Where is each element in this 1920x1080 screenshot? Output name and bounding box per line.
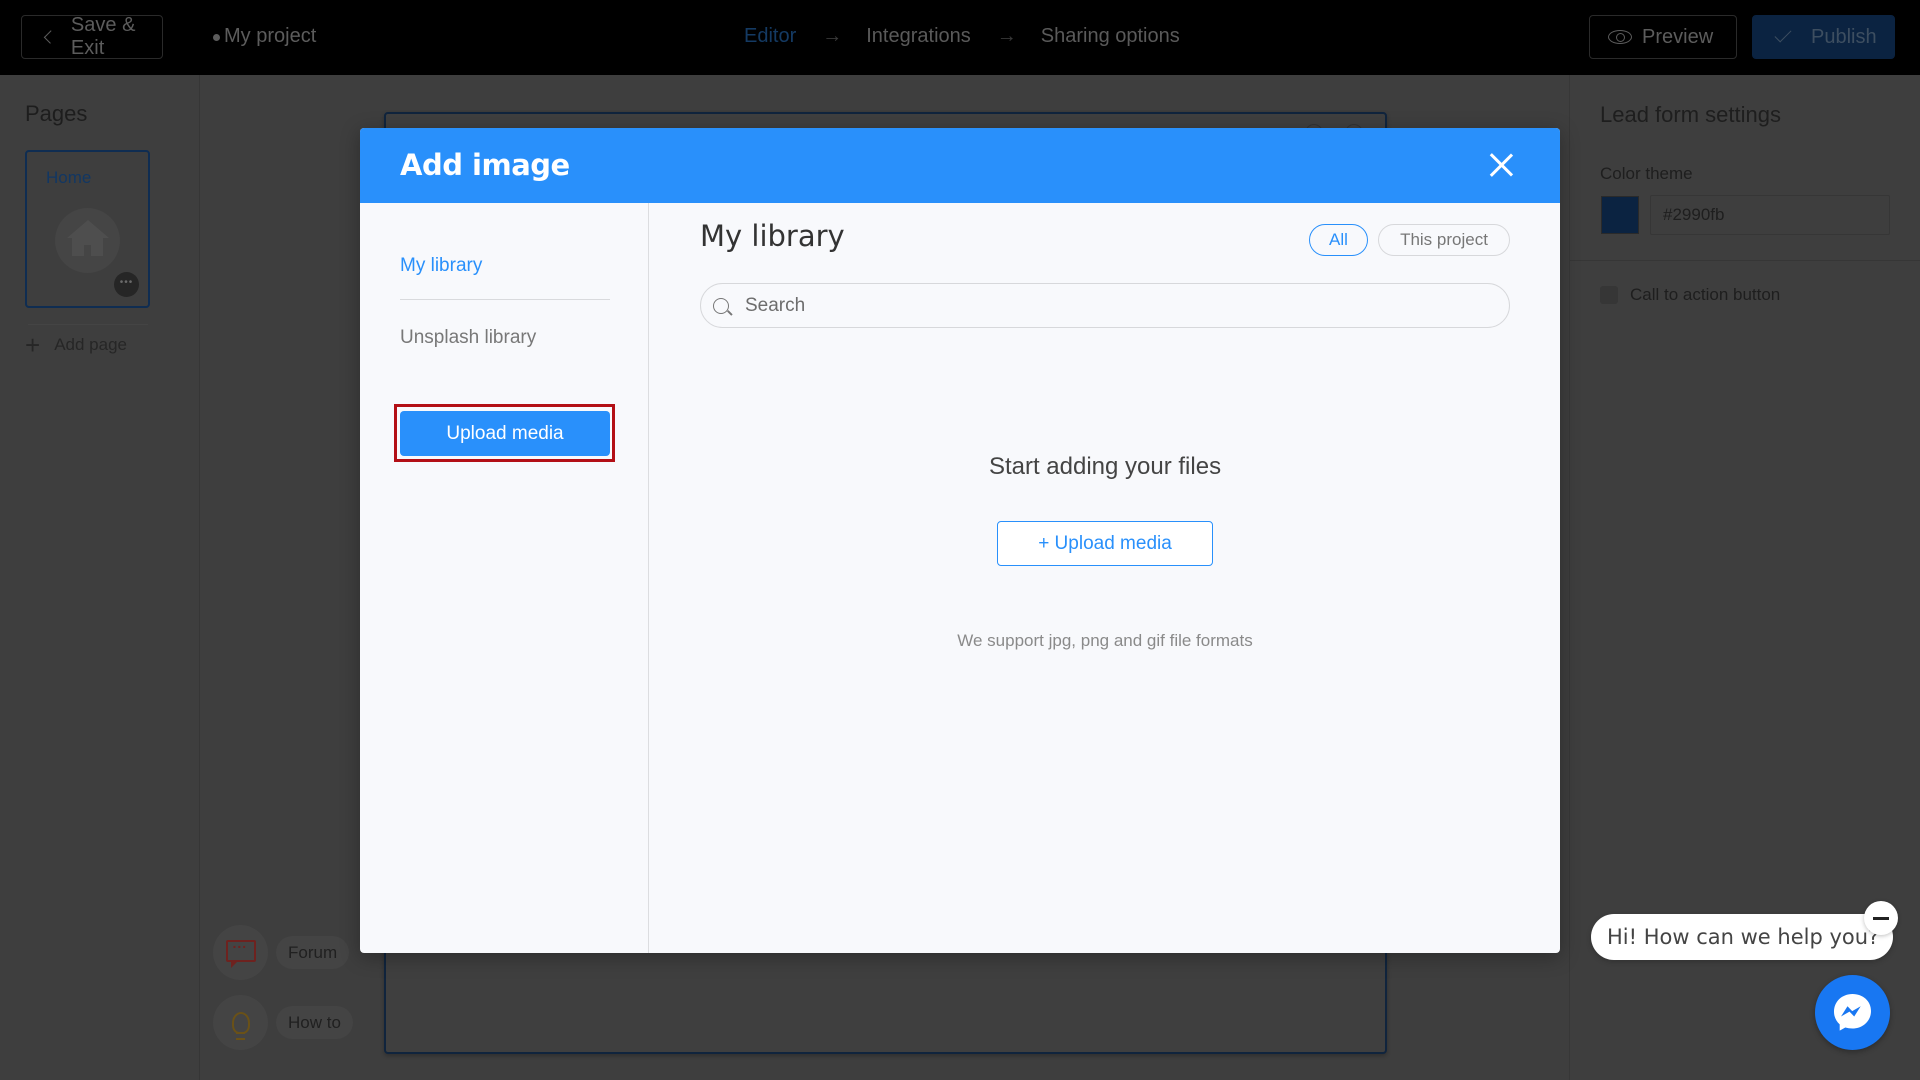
save-exit-button[interactable]: Save & Exit	[21, 14, 163, 59]
eye-icon	[1608, 30, 1632, 44]
filter-this-project[interactable]: This project	[1378, 224, 1510, 256]
modal-title: Add image	[400, 148, 570, 182]
add-image-modal: Add image My library Unsplash library Up…	[360, 128, 1560, 953]
forum-link[interactable]: Forum	[213, 925, 350, 980]
publish-label: Publish	[1811, 25, 1877, 48]
nav-unsplash-library[interactable]: Unsplash library	[400, 327, 536, 349]
lightbulb-icon	[231, 1011, 250, 1040]
messenger-icon	[1834, 994, 1871, 1031]
upload-media-button[interactable]: Upload media	[400, 411, 610, 456]
supported-formats-text: We support jpg, png and gif file formats	[957, 631, 1253, 650]
project-name-label: My project	[224, 25, 317, 47]
color-swatch[interactable]	[1601, 196, 1639, 234]
page-card-home[interactable]: Home •••	[25, 150, 150, 308]
plus-icon: +	[25, 330, 41, 360]
how-to-label: How to	[276, 1006, 353, 1039]
save-exit-label: Save & Exit	[70, 14, 136, 59]
chat-bubble-icon	[225, 935, 256, 968]
filter-all[interactable]: All	[1309, 224, 1368, 256]
search-input[interactable]	[745, 294, 1485, 317]
home-icon	[55, 208, 120, 273]
color-theme-label: Color theme	[1600, 164, 1693, 183]
step-sharing-options[interactable]: Sharing options	[1041, 25, 1180, 48]
forum-label: Forum	[276, 936, 350, 969]
step-integrations[interactable]: Integrations	[866, 25, 971, 48]
library-heading: My library	[700, 219, 845, 253]
divider	[400, 299, 610, 300]
add-page-label: Add page	[54, 335, 127, 354]
modal-header: Add image	[360, 128, 1560, 203]
settings-title: Lead form settings	[1600, 102, 1781, 127]
arrow-right-icon: →	[996, 25, 1017, 47]
chat-greeting-bubble[interactable]: Hi! How can we help you?	[1591, 914, 1893, 960]
step-breadcrumb: Editor → Integrations → Sharing options	[744, 25, 1180, 48]
cta-label: Call to action button	[1630, 285, 1781, 304]
divider	[1570, 260, 1920, 261]
modal-sidebar: My library Unsplash library Upload media	[360, 203, 649, 953]
cta-checkbox-row[interactable]: Call to action button	[1600, 285, 1780, 305]
nav-my-library[interactable]: My library	[400, 255, 482, 277]
chevron-left-icon	[43, 30, 58, 44]
divider	[28, 324, 148, 325]
empty-state-title: Start adding your files	[988, 453, 1222, 480]
arrow-right-icon: →	[822, 25, 843, 47]
add-page-button[interactable]: + Add page	[25, 332, 127, 358]
cta-checkbox[interactable]	[1600, 286, 1618, 304]
color-theme-input[interactable]: #2990fb	[1650, 195, 1890, 235]
library-content: My library All This project Start adding…	[650, 203, 1560, 953]
upload-media-outline-button[interactable]: + Upload media	[997, 521, 1213, 566]
how-to-link[interactable]: How to	[213, 995, 353, 1050]
page-card-label: Home	[46, 168, 92, 187]
preview-button[interactable]: Preview	[1589, 15, 1737, 59]
search-icon	[713, 297, 729, 314]
project-name: My project	[213, 25, 317, 48]
minimize-icon[interactable]	[1864, 901, 1898, 935]
messenger-chat-button[interactable]	[1815, 975, 1890, 1050]
more-options-icon[interactable]: •••	[114, 272, 139, 297]
search-box	[700, 283, 1510, 328]
close-icon[interactable]	[1484, 148, 1518, 182]
pages-title: Pages	[25, 101, 88, 126]
preview-label: Preview	[1642, 25, 1714, 48]
publish-button[interactable]: Publish	[1752, 15, 1895, 59]
check-icon	[1774, 25, 1792, 43]
step-editor[interactable]: Editor	[744, 25, 796, 48]
top-bar: Save & Exit My project Editor → Integrat…	[0, 0, 1920, 75]
chat-greeting-text: Hi! How can we help you?	[1607, 925, 1880, 949]
status-dot-icon	[213, 34, 220, 41]
